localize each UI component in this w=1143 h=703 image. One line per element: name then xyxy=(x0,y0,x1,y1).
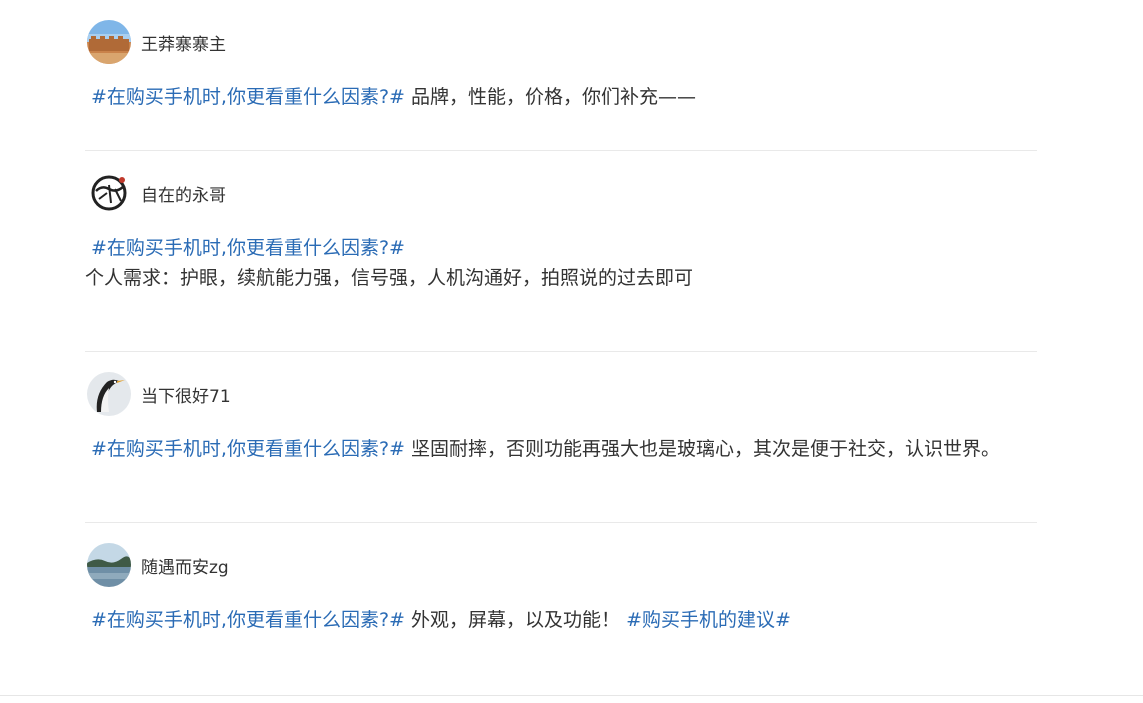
post-content: #在购买手机时,你更看重什么因素?# 坚固耐摔，否则功能再强大也是玻璃心，其次是… xyxy=(85,434,1000,464)
topic-text[interactable]: #在购买手机时,你更看重什么因素?# xyxy=(91,237,405,259)
post-author[interactable]: 随遇而安zg xyxy=(87,543,229,587)
page-bottom-divider xyxy=(0,695,1143,696)
username[interactable]: 自在的永哥 xyxy=(141,181,226,206)
penguin-icon[interactable] xyxy=(87,372,131,416)
post-text: 品牌，性能，价格，你们补充—— xyxy=(404,86,697,108)
username[interactable]: 当下很好71 xyxy=(141,382,231,407)
topic-link-2[interactable]: #购买手机的建议# xyxy=(626,609,791,631)
post-item: 王莽寨寨主 #在购买手机时,你更看重什么因素?# 品牌，性能，价格，你们补充—— xyxy=(85,0,1037,151)
topic-text[interactable]: #在购买手机时,你更看重什么因素?# xyxy=(91,609,405,631)
post-text: 外观，屏幕，以及功能！ xyxy=(404,609,627,631)
lake-scenery-icon[interactable] xyxy=(87,543,131,587)
post-item: 随遇而安zg #在购买手机时,你更看重什么因素?# 外观，屏幕，以及功能！ #购… xyxy=(85,523,1037,696)
topic-link[interactable]: #在购买手机时,你更看重什么因素?# xyxy=(85,237,405,259)
username[interactable]: 随遇而安zg xyxy=(141,553,229,578)
post-content: #在购买手机时,你更看重什么因素?# 品牌，性能，价格，你们补充—— xyxy=(85,82,696,112)
post-text: 个人需求：护眼，续航能力强，信号强，人机沟通好，拍照说的过去即可 xyxy=(85,267,694,289)
post-item: 当下很好71 #在购买手机时,你更看重什么因素?# 坚固耐摔，否则功能再强大也是… xyxy=(85,352,1037,523)
post-content: #在购买手机时,你更看重什么因素?# 个人需求：护眼，续航能力强，信号强，人机沟… xyxy=(85,233,693,293)
topic-link[interactable]: #在购买手机时,你更看重什么因素?# xyxy=(85,86,405,108)
post-author[interactable]: 当下很好71 xyxy=(87,372,231,416)
topic-link[interactable]: #在购买手机时,你更看重什么因素?# xyxy=(85,609,405,631)
post-text: 坚固耐摔，否则功能再强大也是玻璃心，其次是便于社交，认识世界。 xyxy=(404,438,1001,460)
topic-text[interactable]: #在购买手机时,你更看重什么因素?# xyxy=(91,86,405,108)
post-author[interactable]: 自在的永哥 xyxy=(87,171,226,215)
post-author[interactable]: 王莽寨寨主 xyxy=(87,20,226,64)
post-content: #在购买手机时,你更看重什么因素?# 外观，屏幕，以及功能！ #购买手机的建议# xyxy=(85,605,791,635)
topic-text[interactable]: #在购买手机时,你更看重什么因素?# xyxy=(91,438,405,460)
topic-link[interactable]: #在购买手机时,你更看重什么因素?# xyxy=(85,438,405,460)
calligraphy-logo-icon[interactable] xyxy=(87,171,131,215)
post-item: 自在的永哥 #在购买手机时,你更看重什么因素?# 个人需求：护眼，续航能力强，信… xyxy=(85,151,1037,352)
landscape-fortress-icon[interactable] xyxy=(87,20,131,64)
post-feed: 王莽寨寨主 #在购买手机时,你更看重什么因素?# 品牌，性能，价格，你们补充——… xyxy=(85,0,1037,696)
username[interactable]: 王莽寨寨主 xyxy=(141,30,226,55)
